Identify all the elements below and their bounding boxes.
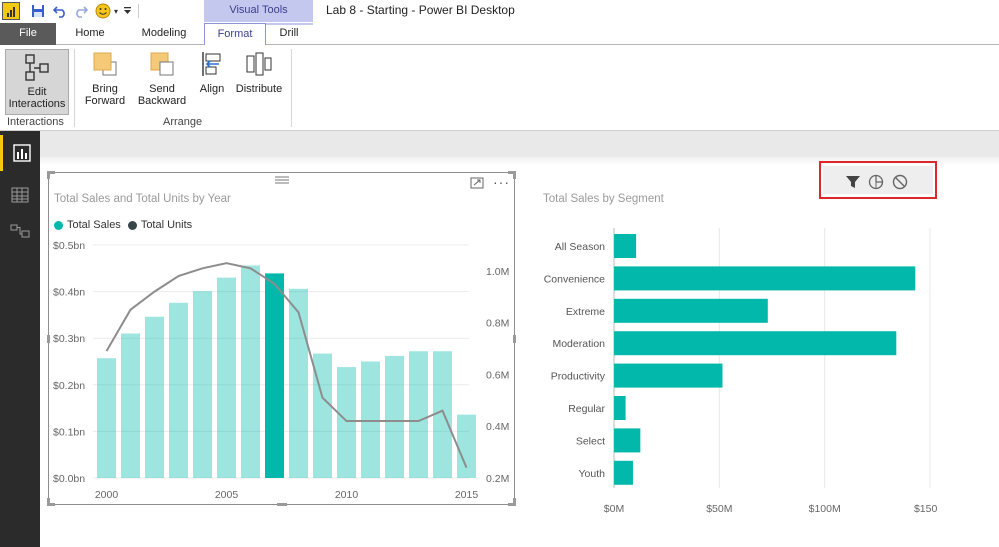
tab-modeling[interactable]: Modeling bbox=[128, 23, 200, 45]
edit-interactions-button[interactable]: Edit Interactions bbox=[5, 49, 69, 115]
x-axis-tick-label: 2015 bbox=[455, 489, 479, 501]
y-axis-left-tick-label: $0.2bn bbox=[53, 380, 85, 392]
ribbon-tab-bar: File Home Modeling Format Drill bbox=[0, 23, 999, 46]
category-label: Moderation bbox=[552, 338, 605, 350]
bar-select bbox=[614, 428, 641, 453]
bar-convenience bbox=[614, 266, 916, 291]
x-axis-tick-label: $150M bbox=[914, 503, 937, 515]
bar-total-sales-2010 bbox=[337, 367, 356, 478]
group-label-arrange: Arrange bbox=[163, 116, 203, 128]
bar-total-sales-2006 bbox=[241, 265, 260, 478]
save-icon[interactable] bbox=[30, 3, 46, 19]
power-bi-logo-icon bbox=[2, 2, 20, 20]
tab-drill[interactable]: Drill bbox=[266, 23, 312, 45]
distribute-icon bbox=[232, 49, 286, 79]
smiley-feedback-icon[interactable] bbox=[94, 3, 112, 19]
bar-all-season bbox=[614, 234, 637, 258]
edit-interactions-label: Edit Interactions bbox=[8, 86, 66, 110]
bring-forward-button[interactable]: Bring Forward bbox=[78, 49, 132, 107]
x-axis-tick-label: $100M bbox=[809, 503, 841, 515]
edit-interactions-icon bbox=[6, 52, 68, 82]
title-bar: ▾ Visual Tools Lab 8 - Starting - Power … bbox=[0, 0, 999, 23]
combo-chart-plot: $0.0bn $0.1bn $0.2bn $0.3bn $0.4bn $0.5bn 0.2M… bbox=[53, 240, 509, 501]
bar-total-sales-2005 bbox=[217, 277, 236, 478]
y-axis-left-tick-label: $0.4bn bbox=[53, 287, 85, 299]
category-label: Extreme bbox=[566, 306, 605, 318]
bar-total-sales-2013 bbox=[409, 351, 428, 478]
y-axis-left-tick-label: $0.1bn bbox=[53, 426, 85, 438]
bar-youth bbox=[614, 460, 633, 485]
y-axis-right-tick-label: 0.4M bbox=[486, 421, 509, 433]
y-axis-right-tick-label: 0.8M bbox=[486, 318, 509, 330]
x-axis-tick-label: 2005 bbox=[215, 489, 239, 501]
bar-regular bbox=[614, 396, 626, 420]
window-title: Lab 8 - Starting - Power BI Desktop bbox=[326, 3, 515, 17]
report-view-icon[interactable] bbox=[0, 135, 40, 171]
group-separator bbox=[74, 49, 75, 127]
redo-icon[interactable] bbox=[73, 3, 89, 19]
bar-total-sales-2012 bbox=[385, 355, 404, 478]
group-label-interactions: Interactions bbox=[7, 116, 64, 128]
view-navigation bbox=[0, 131, 40, 547]
bar-total-sales-2015 bbox=[457, 414, 476, 478]
send-backward-button[interactable]: Send Backward bbox=[133, 49, 191, 107]
category-label: All Season bbox=[555, 241, 605, 253]
interaction-highlight-box bbox=[819, 161, 937, 199]
bar-total-sales-2000 bbox=[97, 358, 116, 478]
align-icon bbox=[194, 49, 230, 79]
distribute-button[interactable]: Distribute bbox=[232, 49, 286, 95]
x-axis-tick-label: $0M bbox=[604, 503, 624, 515]
data-view-icon[interactable] bbox=[0, 177, 40, 213]
bar-total-sales-2008 bbox=[289, 288, 308, 478]
bar-chart-visual[interactable]: Total Sales by Segment $0M$50M$100M$150M… bbox=[537, 170, 937, 520]
x-axis-tick-label: $50M bbox=[706, 503, 732, 515]
combo-chart-visual[interactable]: ··· Total Sales and Total Units by Year … bbox=[47, 171, 516, 506]
bring-forward-label: Bring Forward bbox=[84, 83, 126, 107]
bring-forward-icon bbox=[78, 49, 132, 79]
visual-tools-context-tab: Visual Tools bbox=[204, 0, 313, 22]
y-axis-left-tick-label: $0.5bn bbox=[53, 240, 85, 252]
y-axis-left-tick-label: $0.3bn bbox=[53, 333, 85, 345]
relationships-view-icon[interactable] bbox=[0, 213, 40, 249]
chevron-down-icon[interactable]: ▾ bbox=[112, 3, 120, 19]
bar-chart-plot: $0M $50M $100M $150M All Season Convenience Ex… bbox=[544, 228, 937, 515]
category-label: Youth bbox=[579, 468, 606, 480]
bar-moderation bbox=[614, 331, 897, 356]
category-label: Productivity bbox=[551, 371, 606, 383]
group-separator bbox=[291, 49, 292, 127]
canvas-header-strip bbox=[40, 131, 999, 157]
ribbon: Edit Interactions Bring Forward Send Bac… bbox=[0, 45, 999, 131]
y-axis-right-tick-label: 1.0M bbox=[486, 266, 509, 278]
category-label: Regular bbox=[568, 403, 605, 415]
tab-format[interactable]: Format bbox=[204, 23, 266, 46]
category-label: Select bbox=[576, 435, 605, 447]
bar-total-sales-2002 bbox=[145, 316, 164, 478]
x-axis-tick-label: 2000 bbox=[95, 489, 119, 501]
x-axis-tick-label: 2010 bbox=[335, 489, 359, 501]
bar-total-sales-2001 bbox=[121, 333, 140, 478]
bar-total-sales-2004 bbox=[193, 291, 212, 478]
send-backward-icon bbox=[133, 49, 191, 79]
align-label: Align bbox=[199, 83, 225, 95]
bar-extreme bbox=[614, 298, 768, 323]
category-label: Convenience bbox=[544, 273, 605, 285]
tab-file[interactable]: File bbox=[0, 23, 56, 45]
bar-productivity bbox=[614, 363, 723, 388]
separator bbox=[138, 4, 139, 18]
align-button[interactable]: Align bbox=[194, 49, 230, 95]
y-axis-left-tick-label: $0.0bn bbox=[53, 473, 85, 485]
distribute-label: Distribute bbox=[235, 83, 283, 95]
customize-toolbar-icon[interactable] bbox=[122, 3, 132, 19]
tab-home[interactable]: Home bbox=[62, 23, 118, 45]
undo-icon[interactable] bbox=[52, 3, 68, 19]
y-axis-right-tick-label: 0.6M bbox=[486, 369, 509, 381]
bar-total-sales-2007 bbox=[265, 273, 284, 478]
send-backward-label: Send Backward bbox=[137, 83, 187, 107]
y-axis-right-tick-label: 0.2M bbox=[486, 473, 509, 485]
bar-total-sales-2011 bbox=[361, 361, 380, 478]
bar-total-sales-2003 bbox=[169, 302, 188, 478]
